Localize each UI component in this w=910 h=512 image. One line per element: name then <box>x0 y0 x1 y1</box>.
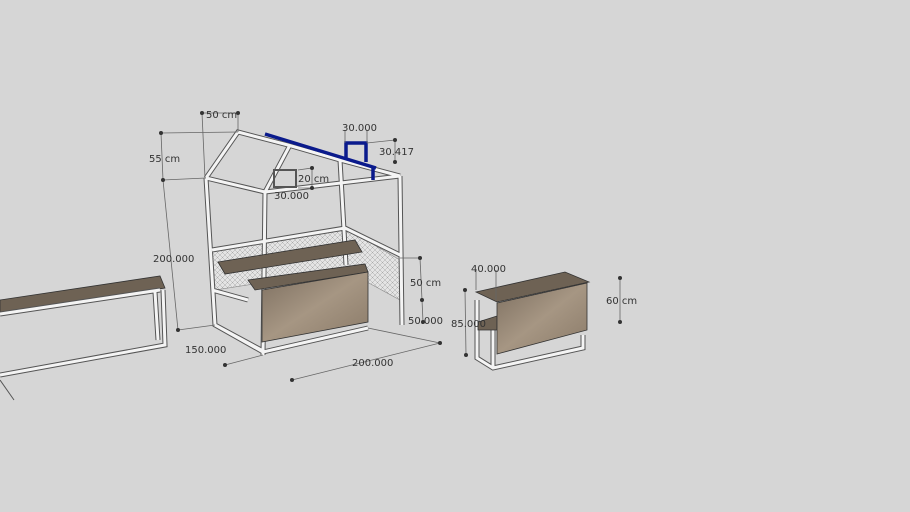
house-frame-model <box>203 129 405 356</box>
dim-window-width: 30.000 <box>274 191 309 202</box>
dim-roof-width: 50 cm <box>206 110 237 121</box>
dim-chimney-height: 30.417 <box>379 147 414 158</box>
dim-table-leaf: 60 cm <box>606 296 637 307</box>
folding-table-model <box>474 271 591 371</box>
left-bench-model <box>0 275 168 378</box>
dim-table-height: 85.000 <box>451 319 486 330</box>
dim-table-depth: 40.000 <box>471 264 506 275</box>
dim-total-height: 200.000 <box>153 254 194 265</box>
dim-depth: 150.000 <box>185 345 226 356</box>
dim-chimney-width: 30.000 <box>342 123 377 134</box>
model-viewport[interactable]: 50 cm 55 cm 30.000 30.417 20 cm 30.000 2… <box>0 0 910 512</box>
dim-bench-gap: 50 cm <box>410 278 441 289</box>
dim-length: 200.000 <box>352 358 393 369</box>
dim-window-height: 20 cm <box>298 174 329 185</box>
dim-bench-height: 50.000 <box>408 316 443 327</box>
dim-roof-height: 55 cm <box>149 154 180 165</box>
axis-line <box>0 379 15 401</box>
